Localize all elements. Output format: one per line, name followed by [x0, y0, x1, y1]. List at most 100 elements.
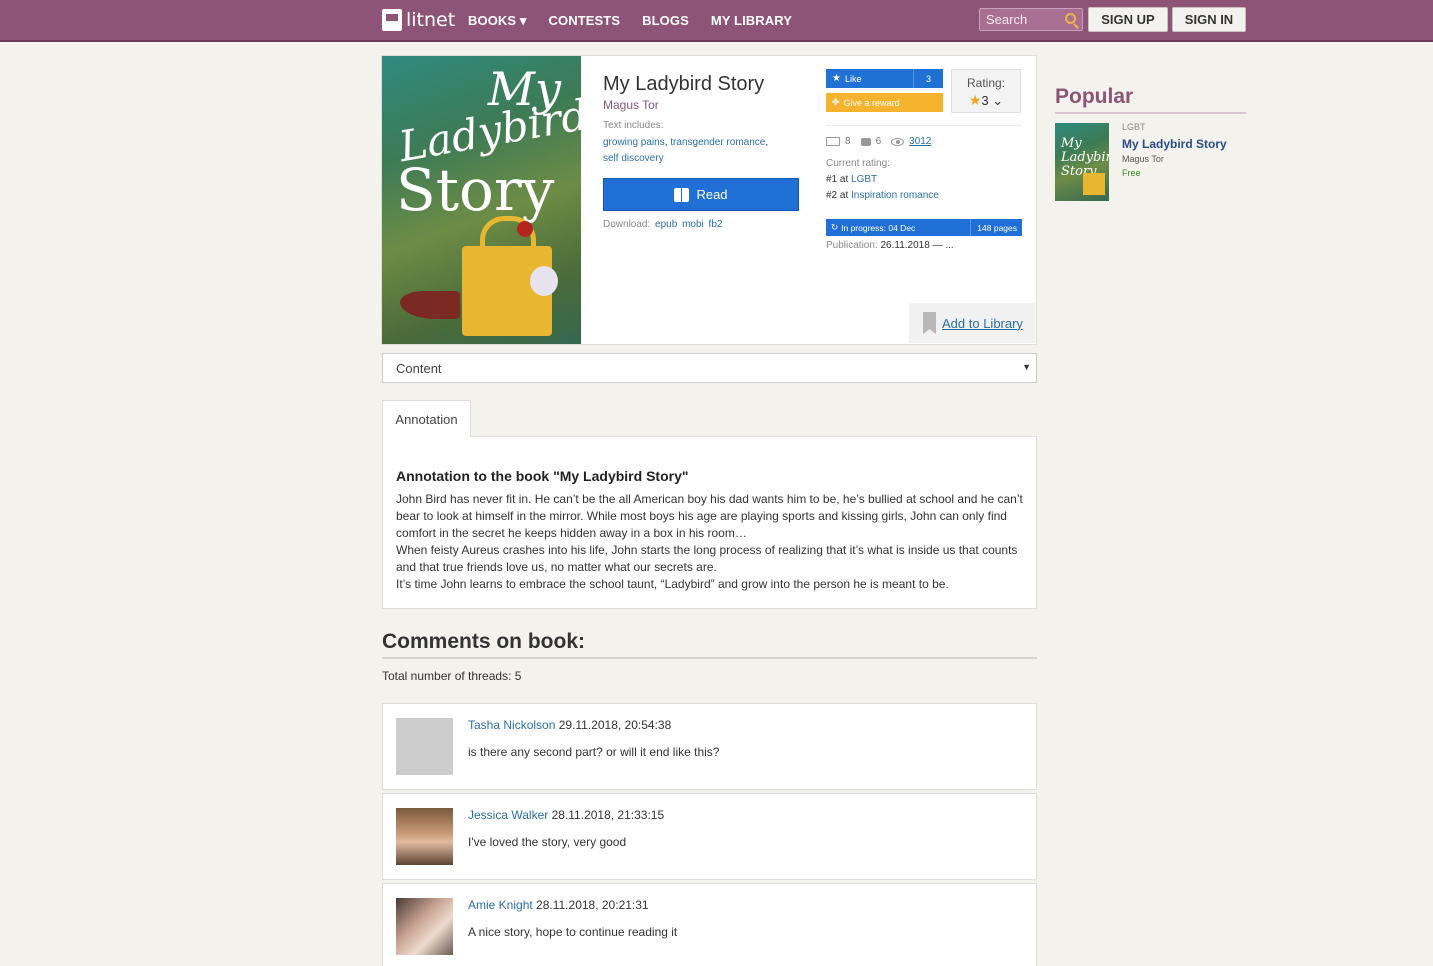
sign-in-button[interactable]: SIGN IN	[1172, 7, 1246, 32]
like-button[interactable]: ★ Like 3	[826, 69, 943, 88]
top-navigation-bar: litnet BOOKS ▾ CONTESTS BLOGS MY LIBRARY…	[0, 0, 1433, 42]
comment-date: 28.11.2018, 20:21:31	[536, 898, 649, 912]
search-icon[interactable]	[1065, 13, 1076, 24]
download-mobi[interactable]: mobi	[682, 219, 704, 230]
coins-icon: ✤	[832, 97, 840, 107]
divider	[826, 125, 1022, 126]
annotation-paragraph: It’s time John learns to embrace the sch…	[396, 577, 949, 591]
comments-heading: Comments on book:	[382, 630, 585, 653]
divider	[1055, 112, 1246, 114]
add-to-library-button[interactable]: Add to Library	[909, 303, 1035, 343]
main-nav: BOOKS ▾ CONTESTS BLOGS MY LIBRARY	[468, 13, 792, 29]
rank-category-link[interactable]: LGBT	[851, 174, 877, 185]
download-links: Download: epub mobi fb2	[603, 219, 722, 230]
refresh-icon: ↻	[831, 222, 839, 232]
rank-line: #1 at LGBT	[826, 174, 878, 185]
cover-ladybird-illustration	[517, 221, 533, 237]
logo-icon	[382, 9, 402, 31]
book-title: My Ladybird Story	[603, 73, 765, 95]
tag-link[interactable]: transgender romance	[670, 137, 765, 148]
popular-book-author[interactable]: Magus Tor	[1122, 154, 1164, 164]
download-epub[interactable]: epub	[655, 219, 677, 230]
nav-contests[interactable]: CONTESTS	[549, 13, 621, 29]
tab-annotation[interactable]: Annotation	[382, 400, 471, 437]
star-icon: ★	[968, 92, 982, 108]
popular-book-cover[interactable]: My Ladybird Story	[1055, 123, 1109, 201]
avatar[interactable]	[396, 898, 453, 955]
comment-author-link[interactable]: Jessica Walker	[468, 808, 548, 822]
tag-link[interactable]: self discovery	[603, 153, 664, 164]
bookmark-plus-icon	[923, 312, 936, 334]
cover-title-line-3: Story	[396, 156, 555, 224]
like-label: Like	[844, 73, 862, 84]
publication-date: Publication: 26.11.2018 — ...	[826, 240, 954, 251]
like-count: 3	[913, 69, 943, 88]
library-icon	[826, 137, 840, 146]
avatar[interactable]	[396, 718, 453, 775]
comment-text: is there any second part? or will it end…	[468, 745, 720, 759]
annotation-panel: Annotation to the book "My Ladybird Stor…	[382, 436, 1037, 609]
rating-box[interactable]: Rating: ★3 ⌄	[951, 69, 1021, 113]
logo-text: litnet	[406, 9, 456, 31]
chevron-down-icon: ⌄	[992, 93, 1004, 108]
views-link[interactable]: 3012	[909, 136, 931, 147]
cover-shoe-illustration	[400, 291, 460, 319]
chevron-down-icon: ▾	[519, 13, 527, 28]
rank-category-link[interactable]: Inspiration romance	[851, 190, 939, 201]
book-open-icon	[674, 187, 690, 202]
comment-header: Amie Knight 28.11.2018, 20:21:31	[468, 898, 649, 912]
popular-book-price: Free	[1122, 168, 1141, 178]
rank-line: #2 at Inspiration romance	[826, 190, 939, 201]
comment-item: Amie Knight 28.11.2018, 20:21:31 A nice …	[382, 883, 1037, 966]
page-count: 148 pages	[970, 219, 1017, 236]
comment-item: Tasha Nickolson 29.11.2018, 20:54:38 is …	[382, 703, 1037, 790]
book-card: My Ladybird Story My Ladybird Story Magu…	[381, 55, 1037, 345]
nav-blogs[interactable]: BLOGS	[642, 13, 689, 29]
comment-date: 29.11.2018, 20:54:38	[558, 718, 672, 732]
avatar[interactable]	[396, 808, 453, 865]
eye-icon	[891, 137, 905, 146]
give-reward-button[interactable]: ✤ Give a reward	[826, 93, 943, 112]
comment-date: 28.11.2018, 21:33:15	[551, 808, 665, 822]
progress-status-bar: ↻ In progress: 04 Dec 148 pages	[826, 219, 1022, 236]
rating-value: ★3 ⌄	[968, 92, 1004, 108]
views-stat: 3012	[891, 136, 931, 147]
annotation-title: Annotation to the book "My Ladybird Stor…	[396, 468, 689, 484]
popular-book-title[interactable]: My Ladybird Story	[1122, 137, 1227, 151]
rating-label: Rating:	[966, 76, 1006, 90]
book-tags: growing pains, transgender romance, self…	[603, 137, 769, 164]
current-rating-label: Current rating:	[826, 158, 890, 169]
download-label: Download:	[603, 219, 651, 230]
text-includes-label: Text includes:	[603, 120, 664, 131]
annotation-paragraph: When feisty Aureus crashes into his life…	[396, 543, 1018, 574]
sign-up-button[interactable]: SIGN UP	[1088, 7, 1168, 32]
search-box	[979, 8, 1083, 31]
download-fb2[interactable]: fb2	[709, 219, 723, 230]
comment-header: Tasha Nickolson 29.11.2018, 20:54:38	[468, 718, 671, 732]
cover-flower-illustration	[530, 266, 558, 296]
threads-count: Total number of threads: 5	[382, 669, 522, 683]
read-button[interactable]: Read	[603, 178, 799, 211]
read-button-label: Read	[696, 187, 728, 202]
content-dropdown-value: Content	[396, 360, 442, 376]
content-dropdown[interactable]: Content ▼	[382, 353, 1037, 383]
comment-text: I've loved the story, very good	[468, 835, 627, 849]
nav-books[interactable]: BOOKS ▾	[468, 13, 527, 29]
tag-link[interactable]: growing pains	[603, 137, 665, 148]
comment-author-link[interactable]: Amie Knight	[468, 898, 533, 912]
book-cover[interactable]: My Ladybird Story	[382, 56, 581, 344]
comment-author-link[interactable]: Tasha Nickolson	[468, 718, 555, 732]
add-to-library-link[interactable]: Add to Library	[942, 316, 1023, 331]
progress-status: ↻ In progress: 04 Dec	[831, 222, 916, 233]
nav-my-library[interactable]: MY LIBRARY	[711, 13, 792, 29]
book-author[interactable]: Magus Tor	[603, 98, 659, 112]
comment-header: Jessica Walker 28.11.2018, 21:33:15	[468, 808, 664, 822]
star-icon: ★	[832, 73, 841, 84]
libraries-stat: 8	[826, 136, 851, 147]
popular-book-genre: LGBT	[1122, 122, 1146, 132]
comment-text: A nice story, hope to continue reading i…	[468, 925, 678, 939]
reward-label: Give a reward	[843, 97, 900, 108]
book-stats: 8 6 3012	[826, 136, 931, 147]
search-input[interactable]	[980, 9, 1060, 30]
litnet-logo[interactable]: litnet	[382, 8, 455, 32]
